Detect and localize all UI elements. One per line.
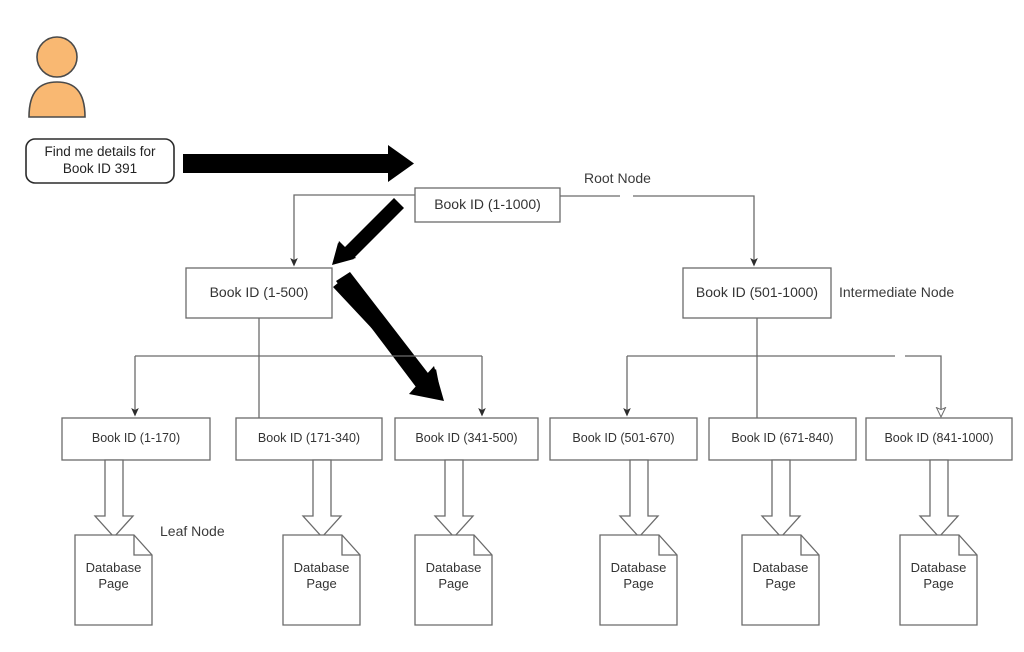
speech-bubble: [25, 138, 175, 184]
block-arrow-leaf-6-to-page: [918, 459, 960, 538]
database-page-shape-3: [414, 534, 493, 626]
database-page-shape-5: [741, 534, 820, 626]
leaf-node-box-1: [61, 417, 211, 461]
intermediate-node-left-box: [185, 267, 333, 319]
connector-right-bus-dash: [905, 355, 941, 412]
block-arrow-leaf-5-to-page: [760, 459, 802, 538]
block-arrow-leaf-2-to-page: [301, 459, 343, 538]
root-node-box: [414, 187, 561, 223]
bold-arrow-intermediate-to-leaf: [333, 272, 444, 401]
diagram-canvas: Find me details for Book ID 391 Book ID …: [0, 0, 1024, 652]
leaf-node-box-6: [865, 417, 1013, 461]
bold-arrow-query-to-root: [183, 145, 414, 182]
intermediate-node-right-box: [682, 267, 832, 319]
block-arrow-leaf-4-to-page: [618, 459, 660, 538]
leaf-node-box-2: [235, 417, 383, 461]
database-page-shape-2: [282, 534, 361, 626]
leaf-node-box-5: [708, 417, 857, 461]
leaf-node-box-4: [549, 417, 698, 461]
leaf-node-box-3: [394, 417, 539, 461]
block-arrow-leaf-3-to-page: [433, 459, 475, 538]
user-avatar-icon: [28, 36, 86, 118]
connector-root-right-dash-gap: [633, 195, 758, 267]
bold-arrow-root-to-left-intermediate: [332, 198, 404, 265]
diagram-vector-layer: [25, 36, 1013, 626]
database-page-shape-6: [899, 534, 978, 626]
database-page-shape-1: [74, 534, 153, 626]
database-page-shape-4: [599, 534, 678, 626]
block-arrow-leaf-1-to-page: [93, 459, 135, 538]
